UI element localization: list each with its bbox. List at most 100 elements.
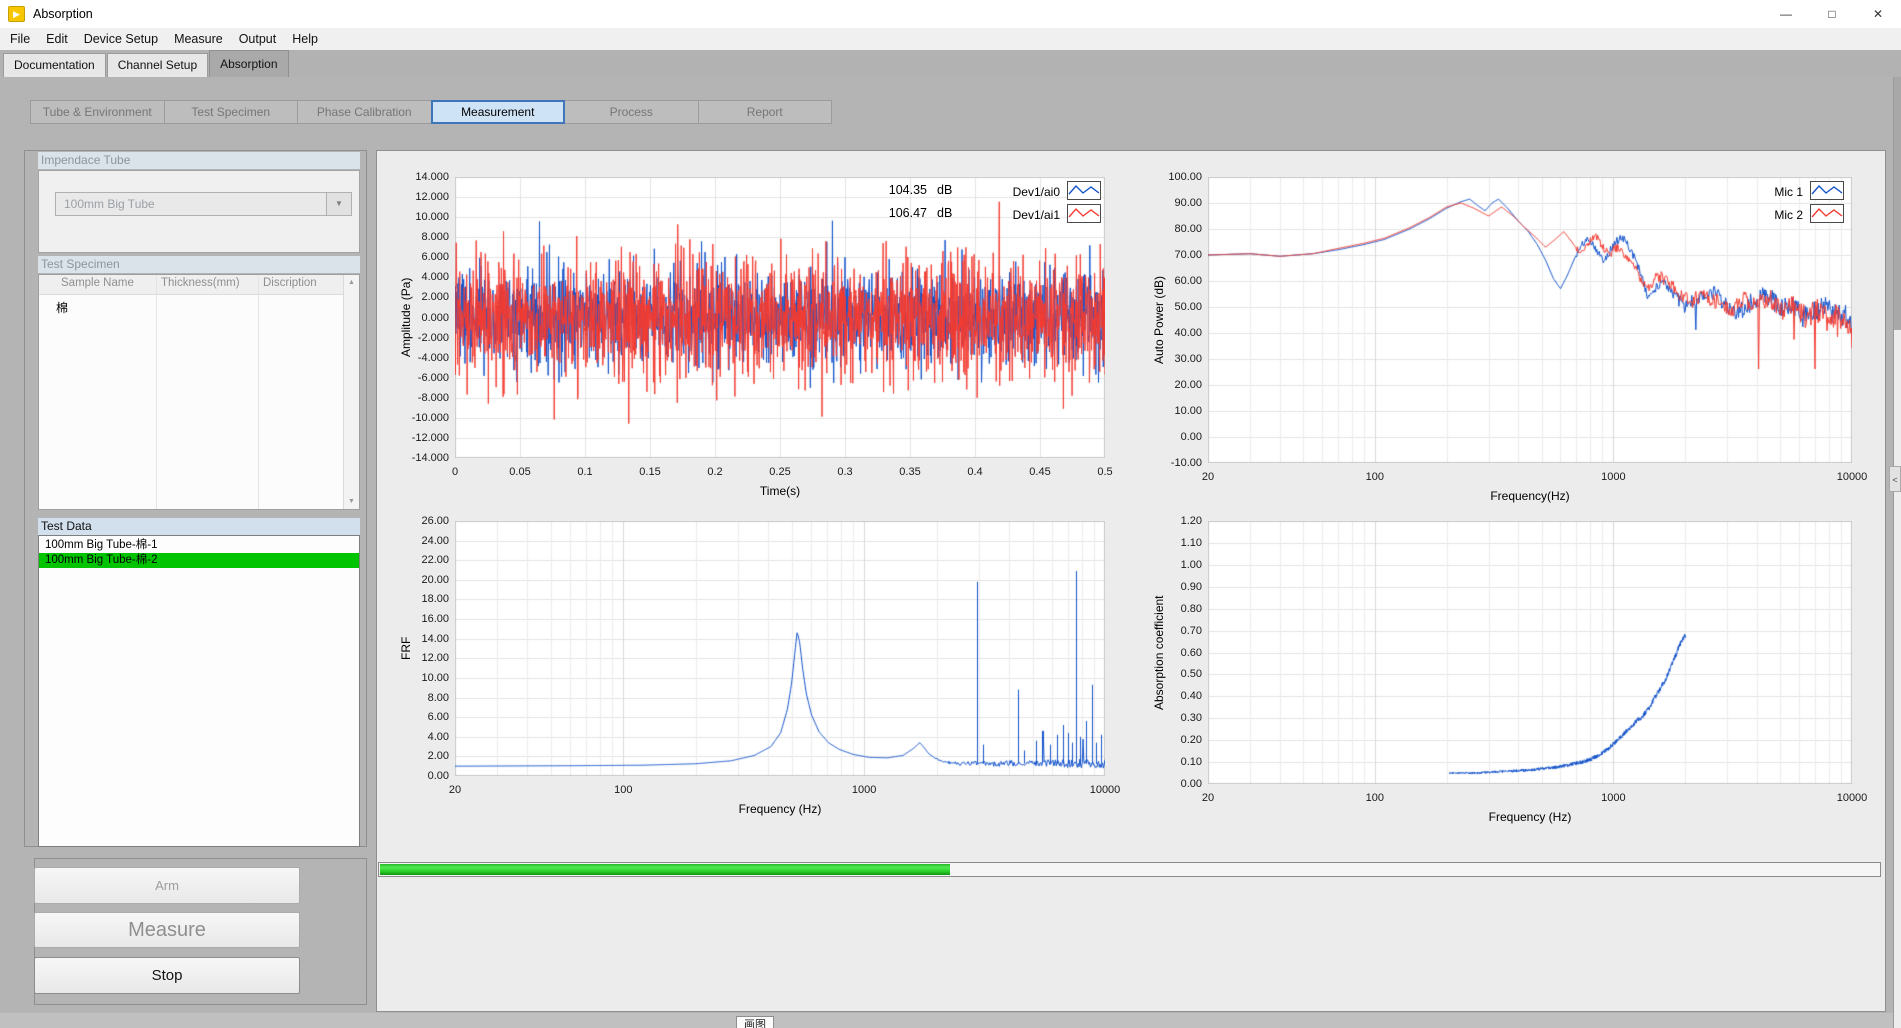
subtab-report[interactable]: Report <box>698 100 833 124</box>
legend-plot-label: Mic 1 <box>1723 185 1803 199</box>
right-scrollbar-thumb[interactable] <box>1894 77 1901 330</box>
x-tick-label: 0.5 <box>1075 465 1135 479</box>
minimize-icon: — <box>1780 7 1792 21</box>
app-window: ▶ Absorption — □ ✕ FileEditDevice SetupM… <box>0 0 1901 1028</box>
x-tick-label: 20 <box>1178 470 1238 484</box>
x-axis-label: Frequency (Hz) <box>1208 810 1852 824</box>
test-specimen-table-header: Sample Name Thickness(mm) Discription <box>39 275 359 295</box>
y-axis-label: Auto Power (dB) <box>1151 177 1167 463</box>
x-tick-label: 0.3 <box>815 465 875 479</box>
x-tick-label: 10000 <box>1822 791 1882 805</box>
window-title: Absorption <box>33 7 93 21</box>
minimize-button[interactable]: — <box>1763 0 1809 28</box>
x-tick-label: 0.05 <box>490 465 550 479</box>
test-data-list: 100mm Big Tube-棉-1100mm Big Tube-棉-2 <box>38 535 360 847</box>
x-tick-label: 0.1 <box>555 465 615 479</box>
auto-power-chart: 100.0090.0080.0070.0060.0050.0040.0030.0… <box>1208 177 1852 463</box>
level-readout: 106.47 dB <box>875 206 952 220</box>
legend-line-icon[interactable] <box>1067 204 1101 223</box>
frf-chart: 26.0024.0022.0020.0018.0016.0014.0012.00… <box>455 521 1105 776</box>
close-icon: ✕ <box>1873 7 1883 21</box>
scroll-up-icon[interactable]: ▲ <box>344 279 359 286</box>
menu-item-output[interactable]: Output <box>231 28 285 50</box>
menu-item-edit[interactable]: Edit <box>38 28 76 50</box>
column-header-thickness: Thickness(mm) <box>161 277 240 289</box>
subtab-phase-calibration[interactable]: Phase Calibration <box>297 100 432 124</box>
x-axis-label: Frequency(Hz) <box>1208 489 1852 503</box>
test-specimen-table: Sample Name Thickness(mm) Discription 棉 … <box>38 274 360 510</box>
level-readout: 104.35 dB <box>875 183 952 197</box>
x-tick-label: 0.4 <box>945 465 1005 479</box>
x-tick-label: 100 <box>1345 791 1405 805</box>
level-value: 104.35 <box>875 183 927 197</box>
bottom-tab-draw[interactable]: 画图 <box>736 1016 774 1028</box>
level-value: 106.47 <box>875 206 927 220</box>
window-controls: — □ ✕ <box>1763 0 1901 28</box>
x-tick-label: 20 <box>425 783 485 797</box>
x-tick-label: 100 <box>593 783 653 797</box>
impedance-tube-label: Impendace Tube <box>38 152 360 169</box>
test-data-label: Test Data <box>38 518 360 535</box>
subtab-measurement[interactable]: Measurement <box>431 100 566 124</box>
x-tick-label: 0.35 <box>880 465 940 479</box>
legend-line-icon[interactable] <box>1810 204 1844 223</box>
legend-plot-label: Mic 2 <box>1723 208 1803 222</box>
x-tick-label: 1000 <box>1583 791 1643 805</box>
x-tick-label: 10000 <box>1822 470 1882 484</box>
chevron-left-icon: < <box>1892 475 1897 485</box>
maximize-button[interactable]: □ <box>1809 0 1855 28</box>
x-tick-label: 20 <box>1178 791 1238 805</box>
test-data-item[interactable]: 100mm Big Tube-棉-1 <box>39 538 359 553</box>
x-tick-label: 1000 <box>834 783 894 797</box>
menu-item-measure[interactable]: Measure <box>166 28 231 50</box>
frf-plot-area <box>455 521 1105 776</box>
y-axis-label: Amplitude (Pa) <box>398 177 414 458</box>
x-tick-label: 0.2 <box>685 465 745 479</box>
scroll-down-icon[interactable]: ▼ <box>344 498 359 505</box>
x-axis-label: Frequency (Hz) <box>455 802 1105 816</box>
measurement-subtabs: Tube & EnvironmentTest SpecimenPhase Cal… <box>31 100 832 124</box>
main-tabstrip: DocumentationChannel SetupAbsorption <box>0 50 1901 77</box>
x-tick-label: 0.45 <box>1010 465 1070 479</box>
maximize-icon: □ <box>1828 7 1835 21</box>
collapse-panel-button[interactable]: < <box>1889 466 1901 492</box>
y-axis-label: Absorption coefficient <box>1151 521 1167 784</box>
level-unit: dB <box>937 206 952 220</box>
menu-item-file[interactable]: File <box>2 28 38 50</box>
tab-documentation[interactable]: Documentation <box>3 53 106 77</box>
impedance-tube-dropdown-value: 100mm Big Tube <box>64 197 155 211</box>
measure-button[interactable]: Measure <box>34 912 300 948</box>
absorption-chart: 1.201.101.000.900.800.700.600.500.400.30… <box>1208 521 1852 784</box>
absorption-coefficient-plot-area <box>1208 521 1852 784</box>
tab-channel-setup[interactable]: Channel Setup <box>107 53 208 77</box>
column-separator <box>156 275 157 509</box>
legend-line-icon[interactable] <box>1810 181 1844 200</box>
arm-button[interactable]: Arm <box>34 867 300 904</box>
level-unit: dB <box>937 183 952 197</box>
column-header-sample-name: Sample Name <box>61 277 134 289</box>
x-tick-label: 1000 <box>1583 470 1643 484</box>
table-cell-sample-name[interactable]: 棉 <box>56 299 68 316</box>
y-axis-label: FRF <box>398 521 414 776</box>
measurement-progress-bar <box>378 862 1881 877</box>
x-tick-label: 10000 <box>1075 783 1135 797</box>
menubar: FileEditDevice SetupMeasureOutputHelp <box>0 28 1901 50</box>
x-tick-label: 0.25 <box>750 465 810 479</box>
legend-plot-label: Dev1/ai1 <box>980 208 1060 222</box>
table-scrollbar[interactable]: ▲ ▼ <box>343 275 359 509</box>
column-separator <box>258 275 259 509</box>
stop-button[interactable]: Stop <box>34 957 300 994</box>
test-specimen-label: Test Specimen <box>38 256 360 273</box>
menu-item-device-setup[interactable]: Device Setup <box>76 28 166 50</box>
subtab-tube-environment[interactable]: Tube & Environment <box>30 100 165 124</box>
subtab-process[interactable]: Process <box>564 100 699 124</box>
legend-line-icon[interactable] <box>1067 181 1101 200</box>
dropdown-arrow-icon[interactable]: ▼ <box>326 193 351 215</box>
tab-absorption[interactable]: Absorption <box>209 50 288 77</box>
impedance-tube-dropdown[interactable]: 100mm Big Tube ▼ <box>55 192 352 216</box>
close-button[interactable]: ✕ <box>1855 0 1901 28</box>
test-data-item[interactable]: 100mm Big Tube-棉-2 <box>39 553 359 568</box>
legend-plot-label: Dev1/ai0 <box>980 185 1060 199</box>
menu-item-help[interactable]: Help <box>284 28 326 50</box>
subtab-test-specimen[interactable]: Test Specimen <box>164 100 299 124</box>
